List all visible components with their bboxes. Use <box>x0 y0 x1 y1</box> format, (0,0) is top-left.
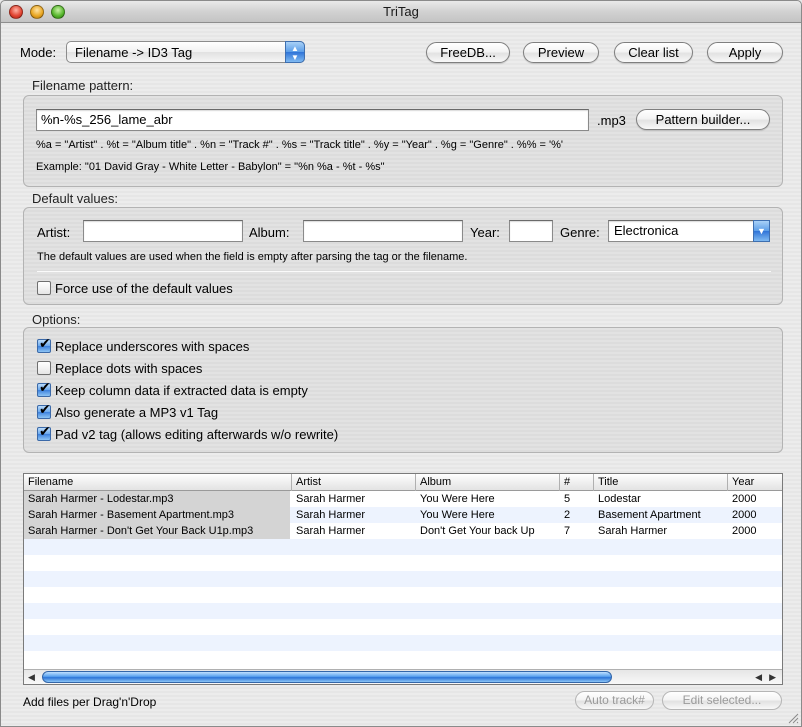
cell-title: Basement Apartment <box>598 509 701 521</box>
replace-underscores-checkbox[interactable] <box>37 336 51 353</box>
generate-v1-tag-checkbox[interactable] <box>37 402 51 419</box>
empty-row <box>24 603 782 619</box>
scrollbar-thumb[interactable] <box>42 671 612 683</box>
scroll-left-arrow-icon-2[interactable]: ◀ <box>755 670 762 684</box>
freedb-button[interactable]: FreeDB... <box>426 42 510 63</box>
scroll-right-arrow-icon[interactable]: ▶ <box>769 670 776 684</box>
column-header-year[interactable]: Year <box>728 474 782 491</box>
window-title: TriTag <box>383 4 419 19</box>
column-header-filename[interactable]: Filename <box>24 474 292 491</box>
artist-label: Artist: <box>37 225 71 240</box>
cell-filename: Sarah Harmer - Lodestar.mp3 <box>24 491 290 507</box>
table-row[interactable]: Sarah Harmer - Don't Get Your Back U1p.m… <box>24 523 782 539</box>
album-field[interactable] <box>303 220 463 242</box>
mode-label: Mode: <box>20 45 57 60</box>
defaults-divider <box>37 271 771 272</box>
empty-row <box>24 619 782 635</box>
title-bar: TriTag <box>1 1 801 23</box>
genre-combobox[interactable]: Electronica <box>608 220 770 242</box>
pad-v2-tag-label: Pad v2 tag (allows editing afterwards w/… <box>55 427 339 442</box>
app-window: TriTag Mode: Filename -> ID3 Tag ▲ ▼ Free… <box>0 0 802 727</box>
genre-dropdown-icon[interactable]: ▼ <box>753 220 770 242</box>
year-field[interactable] <box>509 220 553 242</box>
column-header-album[interactable]: Album <box>416 474 560 491</box>
horizontal-scrollbar[interactable]: ◀ ◀ ▶ <box>24 669 782 684</box>
cell-artist: Sarah Harmer <box>296 509 366 521</box>
cell-artist: Sarah Harmer <box>296 525 366 537</box>
column-header-artist[interactable]: Artist <box>292 474 416 491</box>
empty-row <box>24 651 782 667</box>
clear-list-button[interactable]: Clear list <box>614 42 693 63</box>
empty-row <box>24 587 782 603</box>
default-values-heading: Default values: <box>32 191 118 206</box>
status-text: Add files per Drag'n'Drop <box>23 695 157 709</box>
cell-track-number: 5 <box>564 493 571 505</box>
cell-album: You Were Here <box>420 493 495 505</box>
replace-underscores-label: Replace underscores with spaces <box>55 339 250 354</box>
auto-track-button[interactable]: Auto track# <box>575 691 654 710</box>
force-defaults-checkbox[interactable] <box>37 281 51 295</box>
genre-label: Genre: <box>560 225 600 240</box>
empty-row <box>24 539 782 555</box>
cell-year: 2000 <box>732 509 757 521</box>
keep-column-data-checkbox[interactable] <box>37 380 51 397</box>
apply-button[interactable]: Apply <box>707 42 783 63</box>
pattern-extension: .mp3 <box>597 113 626 128</box>
scroll-left-arrow-icon[interactable]: ◀ <box>28 670 35 684</box>
pad-v2-tag-checkbox[interactable] <box>37 424 51 441</box>
preview-button[interactable]: Preview <box>523 42 599 63</box>
mode-popup-value: Filename -> ID3 Tag <box>75 45 193 60</box>
year-label: Year: <box>470 225 500 240</box>
resize-grip-icon[interactable] <box>787 712 799 724</box>
cell-artist: Sarah Harmer <box>296 493 366 505</box>
options-heading: Options: <box>32 312 81 327</box>
empty-row <box>24 635 782 651</box>
table-row[interactable]: Sarah Harmer - Lodestar.mp3 Sarah Harmer… <box>24 491 782 507</box>
table-header: Filename Artist Album # Title Year <box>24 474 782 491</box>
artist-field[interactable] <box>83 220 243 242</box>
album-label: Album: <box>249 225 290 240</box>
cell-track-number: 7 <box>564 525 571 537</box>
pattern-legend: %a = "Artist" . %t = "Album title" . %n … <box>36 139 563 151</box>
cell-album: You Were Here <box>420 509 495 521</box>
mode-popup[interactable]: Filename -> ID3 Tag ▲ ▼ <box>66 41 305 63</box>
force-defaults-label: Force use of the default values <box>55 281 233 296</box>
table-row[interactable]: Sarah Harmer - Basement Apartment.mp3 Sa… <box>24 507 782 523</box>
edit-selected-button[interactable]: Edit selected... <box>662 691 782 710</box>
filename-pattern-heading: Filename pattern: <box>32 78 134 93</box>
cell-year: 2000 <box>732 493 757 505</box>
popup-arrows-icon: ▲ ▼ <box>285 41 305 63</box>
cell-album: Don't Get Your back Up <box>420 525 535 537</box>
generate-v1-tag-label: Also generate a MP3 v1 Tag <box>55 405 219 420</box>
empty-row <box>24 571 782 587</box>
replace-dots-label: Replace dots with spaces <box>55 361 203 376</box>
empty-row <box>24 555 782 571</box>
column-header-title[interactable]: Title <box>594 474 728 491</box>
cell-title: Lodestar <box>598 493 641 505</box>
column-header-track-number[interactable]: # <box>560 474 594 491</box>
keep-column-data-label: Keep column data if extracted data is em… <box>55 383 308 398</box>
cell-year: 2000 <box>732 525 757 537</box>
pattern-example: Example: "01 David Gray - White Letter -… <box>36 161 385 173</box>
cell-track-number: 2 <box>564 509 571 521</box>
file-table[interactable]: Filename Artist Album # Title Year Sarah… <box>23 473 783 685</box>
cell-filename: Sarah Harmer - Don't Get Your Back U1p.m… <box>24 523 290 539</box>
genre-combobox-value: Electronica <box>614 223 679 238</box>
replace-dots-checkbox[interactable] <box>37 361 51 375</box>
pattern-builder-button[interactable]: Pattern builder... <box>636 109 770 130</box>
defaults-hint: The default values are used when the fie… <box>37 251 468 263</box>
pattern-input[interactable]: %n-%s_256_lame_abr <box>36 109 589 131</box>
cell-title: Sarah Harmer <box>598 525 668 537</box>
cell-filename: Sarah Harmer - Basement Apartment.mp3 <box>24 507 290 523</box>
